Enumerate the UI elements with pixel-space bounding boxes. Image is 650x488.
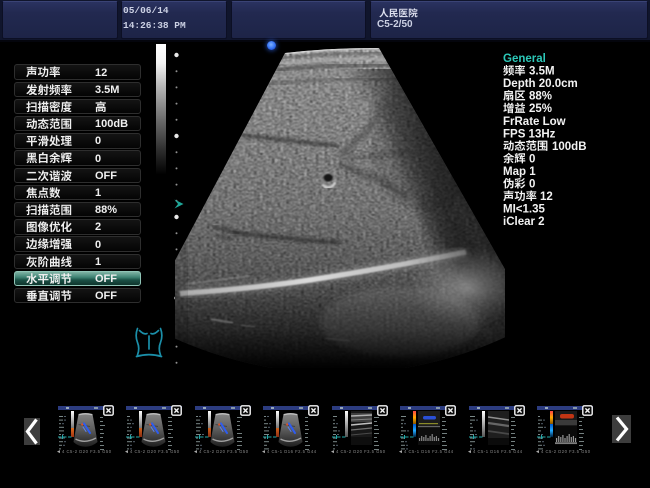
svg-text:◄: ◄ bbox=[330, 449, 335, 455]
svg-text:Depth 20.0cm: Depth 20.0cm bbox=[503, 78, 578, 90]
svg-text:0: 0 bbox=[529, 179, 535, 191]
svg-text:◄: ◄ bbox=[535, 449, 540, 455]
svg-text:◄: ◄ bbox=[467, 449, 472, 455]
svg-text:4 C5-1 D16 F2.5 G44: 4 C5-1 D16 F2.5 G44 bbox=[404, 449, 454, 454]
svg-text:12: 12 bbox=[540, 191, 553, 203]
svg-text:4 C5-2 D20 F3.5 G50: 4 C5-2 D20 F3.5 G50 bbox=[336, 449, 386, 454]
svg-text:88%: 88% bbox=[529, 91, 552, 103]
svg-text:◄: ◄ bbox=[398, 449, 403, 455]
svg-text:4 C5-2 D20 F3.5 G50: 4 C5-2 D20 F3.5 G50 bbox=[62, 449, 112, 454]
svg-text:4 C5-1 D16 F2.5 G44: 4 C5-1 D16 F2.5 G44 bbox=[267, 449, 317, 454]
svg-text:4 C5-2 D20 F3.5 G50: 4 C5-2 D20 F3.5 G50 bbox=[541, 449, 591, 454]
svg-text:General: General bbox=[503, 53, 546, 65]
svg-text:◄: ◄ bbox=[261, 449, 266, 455]
svg-text:0: 0 bbox=[529, 153, 535, 165]
svg-text:FPS 13Hz: FPS 13Hz bbox=[503, 128, 556, 140]
svg-text:FrRate Low: FrRate Low bbox=[503, 116, 566, 128]
svg-text:4 C5-2 D20 F3.5 G50: 4 C5-2 D20 F3.5 G50 bbox=[130, 449, 180, 454]
svg-text:◄: ◄ bbox=[193, 449, 198, 455]
svg-text:4 C5-2 D20 F3.5 G50: 4 C5-2 D20 F3.5 G50 bbox=[199, 449, 249, 454]
svg-text:iClear 2: iClear 2 bbox=[503, 216, 545, 228]
svg-text:4 C5-1 D16 F2.5 G44: 4 C5-1 D16 F2.5 G44 bbox=[473, 449, 523, 454]
svg-text:25%: 25% bbox=[529, 103, 552, 115]
svg-text:3.5M: 3.5M bbox=[529, 66, 555, 78]
svg-text:◄: ◄ bbox=[124, 449, 129, 455]
svg-text:MI<1.35: MI<1.35 bbox=[503, 204, 545, 216]
svg-text:100dB: 100dB bbox=[552, 141, 587, 153]
svg-text:◄: ◄ bbox=[56, 449, 61, 455]
svg-text:Map 1: Map 1 bbox=[503, 166, 536, 178]
